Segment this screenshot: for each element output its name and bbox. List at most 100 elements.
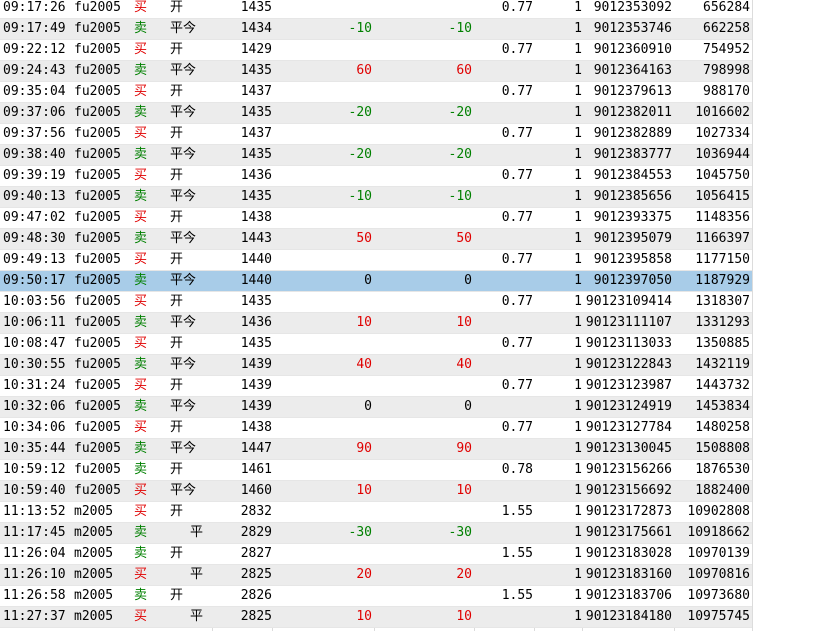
table-row[interactable]: 09:24:43 fu2005 卖 平今 1435 60 60 1 9012364163 7989… [0,61,752,82]
order-id: 90123109414 [585,294,672,309]
trade-price: 1437 [240,126,272,141]
trade-volume: 1 [574,231,582,246]
table-row[interactable]: 09:38:40 fu2005 卖 平今 1435 -20 -20 1 9012383777 10… [0,145,752,166]
position-profit: 90 [456,441,472,456]
table-row[interactable]: 10:59:12 fu2005 卖 开 1461 0.78 1 90123156266 1876… [0,460,752,481]
trade-price: 2829 [240,525,272,540]
open-close-flag: 平今 [170,315,197,330]
trade-time: 10:59:12 [3,462,66,477]
open-close-flag: 平今 [170,105,197,120]
trade-direction: 卖 [134,441,148,456]
table-row[interactable]: 10:35:44 fu2005 卖 平今 1447 90 90 1 90123130045 150… [0,439,752,460]
close-profit [290,208,372,228]
trade-volume: 1 [574,210,582,225]
trade-sequence: 1882400 [695,483,750,498]
table-row[interactable]: 10:06:11 fu2005 卖 平今 1436 10 10 1 90123111107 133… [0,313,752,334]
table-row[interactable]: 11:26:10 m2005 买 平 2825 20 20 1 90123183160 10970… [0,565,752,586]
position-profit: 10 [456,315,472,330]
position-profit: 0 [464,399,472,414]
table-row[interactable]: 10:32:06 fu2005 卖 平今 1439 0 0 1 90123124919 14538… [0,397,752,418]
table-row[interactable]: 11:27:37 m2005 买 平 2825 10 10 1 90123184180 10975… [0,607,752,628]
close-profit: 50 [356,231,372,246]
order-id: 90123183160 [585,567,672,582]
commission [475,607,533,627]
order-id: 90123156266 [585,462,672,477]
position-profit: 50 [456,231,472,246]
table-row[interactable]: 11:13:52 m2005 买 开 2832 1.55 1 90123172873 10902… [0,502,752,523]
close-profit [290,376,372,396]
trade-time: 11:26:04 [3,546,66,561]
table-row[interactable]: 10:30:55 fu2005 卖 平今 1439 40 40 1 90123122843 143… [0,355,752,376]
trade-time: 09:22:12 [3,42,66,57]
commission [475,145,533,165]
contract-symbol: fu2005 [74,105,121,120]
order-id: 9012384553 [593,168,672,183]
trade-volume: 1 [574,399,582,414]
table-row[interactable]: 09:22:12 fu2005 买 开 1429 0.77 1 9012360910 75495… [0,40,752,61]
trade-sequence: 10975745 [687,609,750,624]
table-row[interactable]: 09:50:17 fu2005 卖 平今 1440 0 0 1 9012397050 118792… [0,271,752,292]
trade-sequence: 1187929 [695,273,750,288]
position-profit [390,250,472,270]
trade-volume: 1 [574,525,582,540]
order-id: 9012382889 [593,126,672,141]
commission [475,271,533,291]
table-row[interactable]: 09:17:26 fu2005 买 开 1435 0.77 1 9012353092 65628… [0,0,752,19]
position-profit [390,586,472,606]
trade-time: 09:47:02 [3,210,66,225]
commission [475,313,533,333]
table-row[interactable]: 09:35:04 fu2005 买 开 1437 0.77 1 9012379613 98817… [0,82,752,103]
open-close-flag: 平今 [170,399,197,414]
trade-direction: 卖 [134,357,148,372]
trade-sequence: 1331293 [695,315,750,330]
table-row[interactable]: 09:40:13 fu2005 卖 平今 1435 -10 -10 1 9012385656 10… [0,187,752,208]
table-row[interactable]: 11:17:45 m2005 卖 平 2829 -30 -30 1 90123175661 109… [0,523,752,544]
commission: 0.77 [501,0,533,15]
commission: 0.77 [501,210,533,225]
table-row[interactable]: 10:59:40 fu2005 买 平今 1460 10 10 1 90123156692 188… [0,481,752,502]
table-row[interactable]: 11:26:04 m2005 卖 开 2827 1.55 1 90123183028 10970… [0,544,752,565]
table-row[interactable]: 09:48:30 fu2005 卖 平今 1443 50 50 1 9012395079 1166… [0,229,752,250]
contract-symbol: fu2005 [74,378,121,393]
table-row[interactable]: 10:03:56 fu2005 买 开 1435 0.77 1 90123109414 1318… [0,292,752,313]
open-close-flag: 开 [170,252,184,267]
position-profit [390,376,472,396]
close-profit: 10 [356,315,372,330]
trade-sequence: 754952 [703,42,750,57]
trade-direction: 买 [134,252,148,267]
open-close-flag: 平今 [170,63,197,78]
table-row[interactable]: 11:26:58 m2005 卖 开 2826 1.55 1 90123183706 10973… [0,586,752,607]
table-row[interactable]: 10:08:47 fu2005 买 开 1435 0.77 1 90123113033 1350… [0,334,752,355]
trade-time: 09:17:26 [3,0,66,15]
trade-volume: 1 [574,21,582,36]
trade-price: 1447 [240,441,272,456]
trade-direction: 买 [134,483,148,498]
open-close-flag: 开 [170,420,184,435]
trade-volume: 1 [574,336,582,351]
table-row[interactable]: 09:49:13 fu2005 买 开 1440 0.77 1 9012395858 11771… [0,250,752,271]
close-profit: 40 [356,357,372,372]
position-profit [390,82,472,102]
table-row[interactable]: 09:47:02 fu2005 买 开 1438 0.77 1 9012393375 11483… [0,208,752,229]
open-close-flag: 开 [170,462,184,477]
trade-price: 1436 [240,315,272,330]
table-row[interactable]: 09:17:49 fu2005 卖 平今 1434 -10 -10 1 9012353746 66… [0,19,752,40]
trade-volume: 1 [574,315,582,330]
table-row[interactable]: 09:39:19 fu2005 买 开 1436 0.77 1 9012384553 10457… [0,166,752,187]
order-id: 90123183028 [585,546,672,561]
trade-price: 1434 [240,21,272,36]
trade-direction: 买 [134,42,148,57]
trade-price: 1438 [240,210,272,225]
trade-sequence: 1318307 [695,294,750,309]
trade-volume: 1 [574,294,582,309]
trade-price: 1435 [240,294,272,309]
order-id: 9012385656 [593,189,672,204]
trade-price: 2825 [240,609,272,624]
table-row[interactable]: 10:34:06 fu2005 买 开 1438 0.77 1 90123127784 1480… [0,418,752,439]
trade-time: 10:34:06 [3,420,66,435]
table-row[interactable]: 10:31:24 fu2005 买 开 1439 0.77 1 90123123987 1443… [0,376,752,397]
trade-volume: 1 [574,63,582,78]
position-profit [390,460,472,480]
table-row[interactable]: 09:37:56 fu2005 买 开 1437 0.77 1 9012382889 10273… [0,124,752,145]
table-row[interactable]: 09:37:06 fu2005 卖 平今 1435 -20 -20 1 9012382011 10… [0,103,752,124]
